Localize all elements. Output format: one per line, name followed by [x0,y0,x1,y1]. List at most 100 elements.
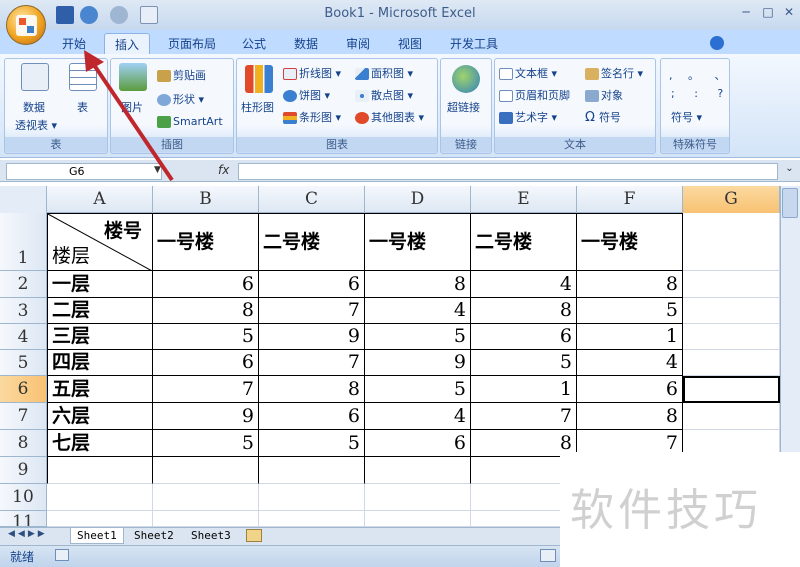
maximize-button[interactable]: □ [757,5,779,23]
cell-header-building[interactable]: 二号楼 [471,213,577,271]
textbox-button[interactable]: 文本框 ▾ [499,65,557,81]
cell-value[interactable]: 4 [365,298,471,324]
tab-page-layout[interactable]: 页面布局 [158,33,226,54]
other-charts-button[interactable]: 其他图表 ▾ [355,109,424,125]
cell-empty[interactable] [153,457,259,484]
tab-home[interactable]: 开始 [52,33,96,54]
tab-formulas[interactable]: 公式 [232,33,276,54]
name-box[interactable]: G6 [6,163,162,180]
object-button[interactable]: 对象 [585,87,623,103]
cell-value[interactable]: 4 [365,403,471,430]
tab-data[interactable]: 数据 [284,33,328,54]
sheet-tab-1[interactable]: Sheet1 [70,528,124,544]
cell-value[interactable]: 8 [259,376,365,403]
cell-empty[interactable] [259,511,365,527]
cell-empty[interactable] [47,457,153,484]
cell-value[interactable]: 7 [153,376,259,403]
header-footer-button[interactable]: 页眉和页脚 [499,87,570,103]
cell-header-building[interactable]: 一号楼 [153,213,259,271]
tab-view[interactable]: 视图 [388,33,432,54]
cell-a1-diagonal-header[interactable]: 楼号 楼层 [47,213,153,271]
pie-chart-button[interactable]: 饼图 ▾ [283,87,330,103]
table-button[interactable]: 表 [77,99,88,115]
bar-chart-button[interactable]: 条形图 ▾ [283,109,341,125]
scrollbar-thumb[interactable] [782,188,798,218]
cell-empty[interactable] [683,403,780,430]
office-button[interactable] [6,5,46,45]
cell-value[interactable]: 5 [153,430,259,457]
cell-value[interactable]: 5 [153,324,259,350]
cell-value[interactable]: 8 [577,403,683,430]
cell-value[interactable]: 6 [153,271,259,298]
cell-empty[interactable] [683,324,780,350]
cell-value[interactable]: 7 [259,298,365,324]
fx-icon[interactable]: fx [218,163,229,177]
row-header-3[interactable]: 3 [0,298,47,324]
tab-insert[interactable]: 插入 [104,33,151,54]
cell-floor-label[interactable]: 二层 [47,298,153,324]
cell-value[interactable]: 8 [471,298,577,324]
cell-floor-label[interactable]: 五层 [47,376,153,403]
insert-sheet-icon[interactable] [246,529,262,542]
cell-value[interactable]: 5 [259,430,365,457]
cell-empty[interactable] [683,350,780,376]
cell-empty[interactable] [153,484,259,511]
cell-value[interactable]: 9 [259,324,365,350]
column-header-c[interactable]: C [259,186,365,213]
scatter-chart-button[interactable]: 散点图 ▾ [355,87,413,103]
cell-header-building[interactable]: 一号楼 [365,213,471,271]
cell-empty[interactable] [47,484,153,511]
pivot-table-label-1[interactable]: 数据 [23,99,45,115]
row-header-11[interactable]: 11 [0,511,47,527]
cell-value[interactable]: 5 [365,376,471,403]
name-box-dropdown-icon[interactable]: ▼ [154,165,161,175]
cell-empty[interactable] [365,511,471,527]
cell-value[interactable]: 6 [259,403,365,430]
wordart-button[interactable]: 艺术字 ▾ [499,109,557,125]
column-header-d[interactable]: D [365,186,471,213]
picture-button[interactable]: 图片 [121,99,143,115]
hyperlink-button[interactable]: 超链接 [447,99,480,115]
macro-record-icon[interactable] [55,549,69,561]
punct-row-2[interactable]: ; : ? [671,87,731,100]
pivot-table-label-2[interactable]: 透视表 ▾ [15,117,57,133]
cell-floor-label[interactable]: 四层 [47,350,153,376]
cell-value[interactable]: 9 [153,403,259,430]
clipart-button[interactable]: 剪贴画 [157,67,206,83]
cell-value[interactable]: 7 [471,403,577,430]
cell-empty[interactable] [365,457,471,484]
cell-empty[interactable] [365,484,471,511]
cell-value[interactable]: 9 [365,350,471,376]
cell-empty[interactable] [683,271,780,298]
column-header-f[interactable]: F [577,186,683,213]
row-header-10[interactable]: 10 [0,484,47,511]
special-symbol-button[interactable]: 符号 ▾ [671,109,702,125]
cell-floor-label[interactable]: 六层 [47,403,153,430]
row-header-1[interactable]: 1 [0,213,47,271]
tab-review[interactable]: 审阅 [336,33,380,54]
signature-line-button[interactable]: 签名行 ▾ [585,65,643,81]
shapes-button[interactable]: 形状 ▾ [157,91,204,107]
cell-value[interactable]: 5 [471,350,577,376]
formula-input[interactable] [238,163,778,180]
cell-empty[interactable] [683,298,780,324]
cell-value[interactable]: 6 [471,324,577,350]
cell-value[interactable]: 7 [259,350,365,376]
tab-developer[interactable]: 开发工具 [440,33,508,54]
cell-g6-selected[interactable] [683,376,780,403]
help-icon[interactable] [710,36,724,50]
row-header-5[interactable]: 5 [0,350,47,376]
row-header-7[interactable]: 7 [0,403,47,430]
cell-empty[interactable] [153,511,259,527]
normal-view-icon[interactable] [540,549,556,562]
row-header-8[interactable]: 8 [0,430,47,457]
cell-header-building[interactable]: 二号楼 [259,213,365,271]
sheet-tab-3[interactable]: Sheet3 [185,528,237,544]
cell-value[interactable]: 5 [577,298,683,324]
cell-value[interactable]: 6 [365,430,471,457]
cell-empty[interactable] [259,484,365,511]
expand-formula-bar-icon[interactable]: ⌄ [781,163,798,180]
row-header-2[interactable]: 2 [0,271,47,298]
symbol-button[interactable]: Ω 符号 [585,109,621,125]
sheet-nav-arrows-icon[interactable]: ◀◀▶▶ [8,529,48,539]
